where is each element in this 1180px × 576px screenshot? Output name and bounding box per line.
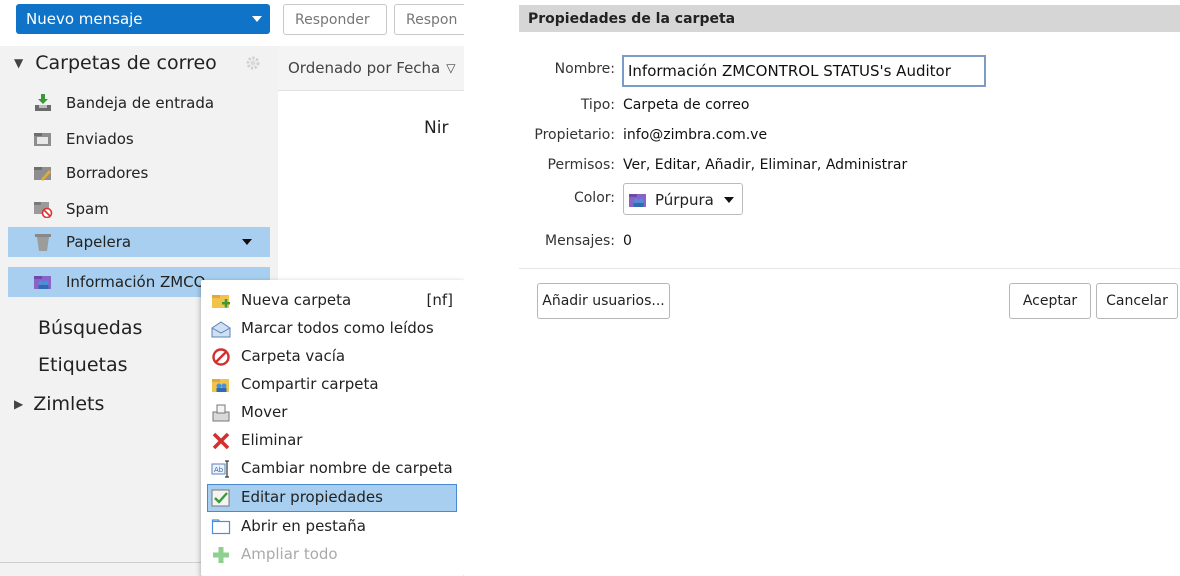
- owner-value: info@zimbra.com.ve: [623, 127, 768, 143]
- permissions-value: Ver, Editar, Añadir, Eliminar, Administr…: [623, 157, 908, 173]
- menu-label: Eliminar: [241, 431, 303, 449]
- trash-icon: [35, 234, 51, 251]
- mail-folders-header[interactable]: ▼ Carpetas de correo: [14, 52, 217, 74]
- sidebar-item-inbox[interactable]: Bandeja de entrada: [8, 88, 270, 118]
- messages-label: Mensajes:: [545, 233, 615, 249]
- no-entry-icon: [212, 348, 230, 366]
- menu-label: Abrir en pestaña: [241, 517, 366, 535]
- menu-label: Compartir carpeta: [241, 375, 379, 393]
- permissions-label: Permisos:: [547, 157, 615, 173]
- new-folder-icon: [212, 295, 230, 308]
- ok-button[interactable]: Aceptar: [1009, 283, 1091, 319]
- shared-folder-icon: [34, 276, 51, 289]
- menu-label: Marcar todos como leídos: [241, 319, 434, 337]
- folder-label: Borradores: [66, 164, 149, 182]
- menu-item-new-folder[interactable]: Nueva carpeta [nf]: [207, 287, 457, 315]
- shortcut-label: [nf]: [426, 291, 454, 309]
- menu-label: Cambiar nombre de carpeta: [241, 459, 453, 477]
- menu-item-move[interactable]: Mover: [207, 399, 457, 427]
- folder-outline-icon: [211, 519, 231, 535]
- folder-label: Spam: [66, 200, 109, 218]
- inbox-icon: [35, 94, 51, 111]
- sidebar-item-sent[interactable]: Enviados: [8, 124, 270, 154]
- menu-item-delete[interactable]: Eliminar: [207, 427, 457, 455]
- menu-item-edit-properties[interactable]: Editar propiedades: [207, 484, 457, 512]
- menu-item-rename-folder[interactable]: Ab Cambiar nombre de carpeta: [207, 455, 457, 483]
- drafts-icon: [34, 167, 51, 181]
- menu-item-expand-all[interactable]: Ampliar todo: [207, 541, 457, 569]
- sidebar-item-trash[interactable]: Papelera: [8, 227, 270, 257]
- sidebar-item-zimlets[interactable]: ▶ Zimlets: [14, 393, 104, 415]
- menu-item-empty-folder[interactable]: Carpeta vacía: [207, 343, 457, 371]
- gear-icon[interactable]: [245, 55, 261, 71]
- chevron-down-icon[interactable]: [252, 16, 262, 22]
- mail-folders-label: Carpetas de correo: [35, 52, 217, 74]
- sidebar-item-drafts[interactable]: Borradores: [8, 158, 270, 188]
- add-users-button[interactable]: Añadir usuarios...: [537, 283, 670, 319]
- color-select[interactable]: Púrpura: [623, 183, 743, 215]
- folder-label: Papelera: [66, 233, 132, 251]
- menu-label: Mover: [241, 403, 288, 421]
- name-label: Nombre:: [554, 61, 615, 77]
- messages-value: 0: [623, 233, 632, 249]
- type-value: Carpeta de correo: [623, 97, 750, 113]
- expand-arrow-icon[interactable]: ▶: [14, 397, 23, 411]
- shared-folder-icon: [629, 194, 646, 207]
- owner-label: Propietario:: [534, 127, 615, 143]
- new-message-button[interactable]: Nuevo mensaje: [16, 4, 270, 34]
- menu-label: Ampliar todo: [241, 545, 338, 563]
- folder-label: Bandeja de entrada: [66, 94, 215, 112]
- folder-context-menu: Nueva carpeta [nf] Marcar todos como leí…: [201, 280, 464, 576]
- empty-list-message: Nir: [424, 118, 449, 138]
- dialog-divider: [519, 268, 1180, 269]
- move-icon: [212, 404, 230, 422]
- type-label: Tipo:: [580, 97, 615, 113]
- menu-label: Carpeta vacía: [241, 347, 346, 365]
- sort-label: Ordenado por Fecha: [288, 59, 441, 77]
- dialog-title: Propiedades de la carpeta: [519, 5, 1180, 32]
- folder-label: Información ZMCO: [66, 273, 206, 291]
- sort-arrow-icon[interactable]: ▽: [446, 61, 455, 75]
- reply-all-button[interactable]: Respon: [394, 4, 464, 35]
- folder-name-input[interactable]: [622, 55, 986, 87]
- cancel-button[interactable]: Cancelar: [1096, 283, 1178, 319]
- zimlets-label: Zimlets: [33, 393, 105, 415]
- sort-header[interactable]: Ordenado por Fecha ▽: [278, 46, 464, 91]
- sidebar-item-spam[interactable]: Spam: [8, 194, 270, 224]
- reply-button[interactable]: Responder: [283, 4, 387, 35]
- chevron-down-icon[interactable]: [242, 239, 252, 245]
- menu-item-mark-all-read[interactable]: Marcar todos como leídos: [207, 315, 457, 343]
- plus-icon: [213, 547, 229, 563]
- sent-icon: [34, 133, 51, 146]
- svg-text:Ab: Ab: [214, 466, 224, 474]
- expand-arrow-icon[interactable]: ▼: [14, 56, 23, 70]
- sidebar-item-tags[interactable]: Etiquetas: [38, 354, 128, 376]
- rename-icon: Ab: [211, 460, 229, 478]
- new-message-label: Nuevo mensaje: [26, 10, 143, 28]
- menu-label: Nueva carpeta: [241, 291, 352, 309]
- delete-x-icon: [212, 432, 230, 450]
- menu-item-open-in-tab[interactable]: Abrir en pestaña: [207, 513, 457, 541]
- folder-label: Enviados: [66, 130, 134, 148]
- mail-app-pane: Nuevo mensaje Responder Respon ▼ Carpeta…: [0, 0, 464, 576]
- share-folder-icon: [212, 379, 229, 392]
- menu-item-share-folder[interactable]: Compartir carpeta: [207, 371, 457, 399]
- color-value: Púrpura: [655, 191, 714, 209]
- spam-icon: [34, 202, 53, 218]
- envelope-read-icon: [211, 321, 231, 338]
- sidebar-item-searches[interactable]: Búsquedas: [38, 317, 142, 339]
- color-label: Color:: [573, 190, 615, 206]
- menu-label: Editar propiedades: [241, 488, 383, 506]
- chevron-down-icon[interactable]: [724, 197, 734, 203]
- folder-properties-dialog: Propiedades de la carpeta Nombre: Tipo: …: [519, 0, 1180, 576]
- checklist-icon: [211, 489, 230, 507]
